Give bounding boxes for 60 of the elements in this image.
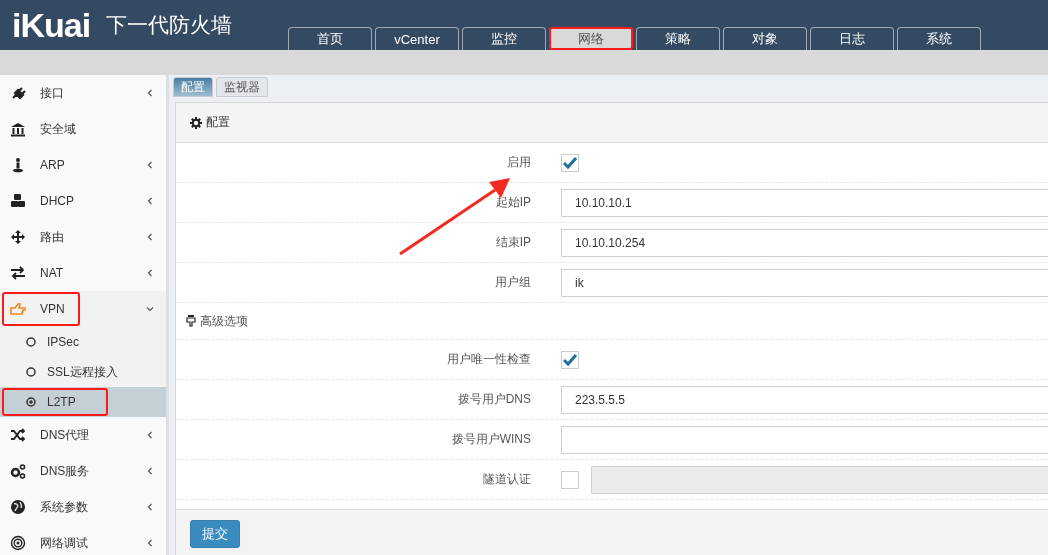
input-field[interactable]: 10.10.10.1 (561, 188, 1048, 217)
bank-icon (10, 121, 26, 137)
sidebar-subitem[interactable]: SSL远程接入 (0, 357, 166, 387)
person-icon (10, 157, 26, 173)
sidebar-item[interactable]: ARP (0, 147, 166, 183)
sidebar-item[interactable]: DNS代理 (0, 417, 166, 453)
cubes-icon (10, 193, 26, 209)
submit-button[interactable]: 提交 (190, 520, 240, 548)
swap-arrows-icon (10, 265, 26, 281)
chevron-left-icon (146, 269, 154, 277)
field-label: 拨号用户DNS (456, 391, 531, 408)
hand-pointing-down-icon (186, 315, 196, 327)
chevron-left-icon (146, 539, 154, 547)
field-label: 用户组 (494, 274, 531, 291)
input-field[interactable]: 10.10.10.254 (561, 228, 1048, 257)
chevron-left-icon (146, 431, 154, 439)
logo: iKuai (12, 5, 91, 45)
sidebar-subitem[interactable]: IPSec (0, 327, 166, 357)
sidebar-subitem[interactable]: L2TP (0, 387, 166, 417)
chevron-left-icon (146, 161, 154, 169)
field-label: 启用 (506, 154, 531, 171)
hand-pointing-icon (10, 301, 26, 317)
sidebar-item[interactable]: DHCP (0, 183, 166, 219)
chevron-left-icon (146, 197, 154, 205)
sidebar-item[interactable]: 安全域 (0, 111, 166, 147)
sub-tab[interactable]: 监视器 (216, 77, 268, 97)
app-title: 下一代防火墙 (106, 12, 233, 38)
field-label: 结束IP (494, 234, 531, 251)
sidebar-item[interactable]: 路由 (0, 219, 166, 255)
move-icon (10, 229, 26, 245)
sidebar-item[interactable]: 接口 (0, 75, 166, 111)
gears-icon (10, 463, 26, 479)
panel-title: 配置 (206, 114, 230, 131)
sidebar-item[interactable]: 网络调试 (0, 525, 166, 555)
nav-tab[interactable]: 网络 (549, 27, 633, 50)
chevron-left-icon (146, 89, 154, 97)
radio-icon (26, 337, 36, 347)
shuffle-icon (10, 427, 26, 443)
plug-icon (10, 85, 26, 101)
radio-icon (26, 397, 36, 407)
radio-icon (26, 367, 36, 377)
field-label: 隧道认证 (482, 471, 531, 488)
chevron-down-icon (146, 305, 154, 313)
checkbox[interactable] (561, 153, 579, 172)
field-label: 拨号用户WINS (450, 431, 531, 448)
field-label: 用户唯一性检查 (446, 351, 531, 368)
input-field[interactable]: ik (561, 268, 1048, 297)
chevron-left-icon (146, 233, 154, 241)
sidebar-item[interactable]: DNS服务 (0, 453, 166, 489)
field-label: 起始IP (494, 194, 531, 211)
chevron-left-icon (146, 467, 154, 475)
input-field[interactable] (561, 425, 1048, 454)
sidebar-item[interactable]: NAT (0, 255, 166, 291)
checkbox[interactable] (561, 350, 579, 369)
section-title: 高级选项 (200, 312, 248, 330)
target-icon (10, 535, 26, 551)
chevron-left-icon (146, 503, 154, 511)
settings-icon (190, 116, 202, 129)
input-field[interactable]: 223.5.5.5 (561, 385, 1048, 414)
sidebar-item[interactable]: 系统参数 (0, 489, 166, 525)
